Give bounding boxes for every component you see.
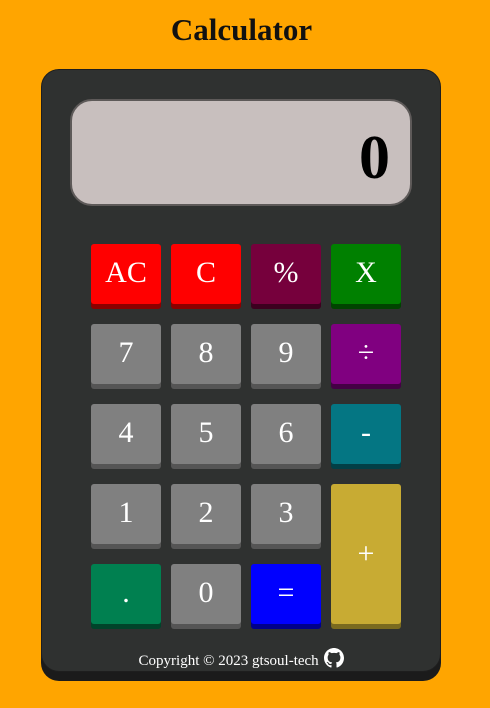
display-value: 0: [359, 124, 390, 192]
footer: Copyright © 2023 gtsoul-tech: [0, 648, 483, 670]
percent-button[interactable]: %: [251, 244, 321, 304]
add-button[interactable]: +: [331, 484, 401, 624]
multiply-button[interactable]: X: [331, 244, 401, 304]
digit-7-button[interactable]: 7: [91, 324, 161, 384]
digit-2-button[interactable]: 2: [171, 484, 241, 544]
page-title: Calculator: [170, 12, 313, 47]
digit-0-button[interactable]: 0: [171, 564, 241, 624]
decimal-point-button[interactable]: .: [91, 564, 161, 624]
clear-button[interactable]: C: [171, 244, 241, 304]
digit-1-button[interactable]: 1: [91, 484, 161, 544]
subtract-button[interactable]: -: [331, 404, 401, 464]
copyright-text: Copyright © 2023 gtsoul-tech: [138, 653, 319, 669]
digit-9-button[interactable]: 9: [251, 324, 321, 384]
digit-3-button[interactable]: 3: [251, 484, 321, 544]
display-screen: 0: [70, 99, 412, 206]
digit-6-button[interactable]: 6: [251, 404, 321, 464]
equals-button[interactable]: =: [251, 564, 321, 624]
digit-5-button[interactable]: 5: [171, 404, 241, 464]
digit-8-button[interactable]: 8: [171, 324, 241, 384]
github-icon[interactable]: [324, 648, 345, 668]
all-clear-button[interactable]: AC: [91, 244, 161, 304]
divide-button[interactable]: ÷: [331, 324, 401, 384]
digit-4-button[interactable]: 4: [91, 404, 161, 464]
